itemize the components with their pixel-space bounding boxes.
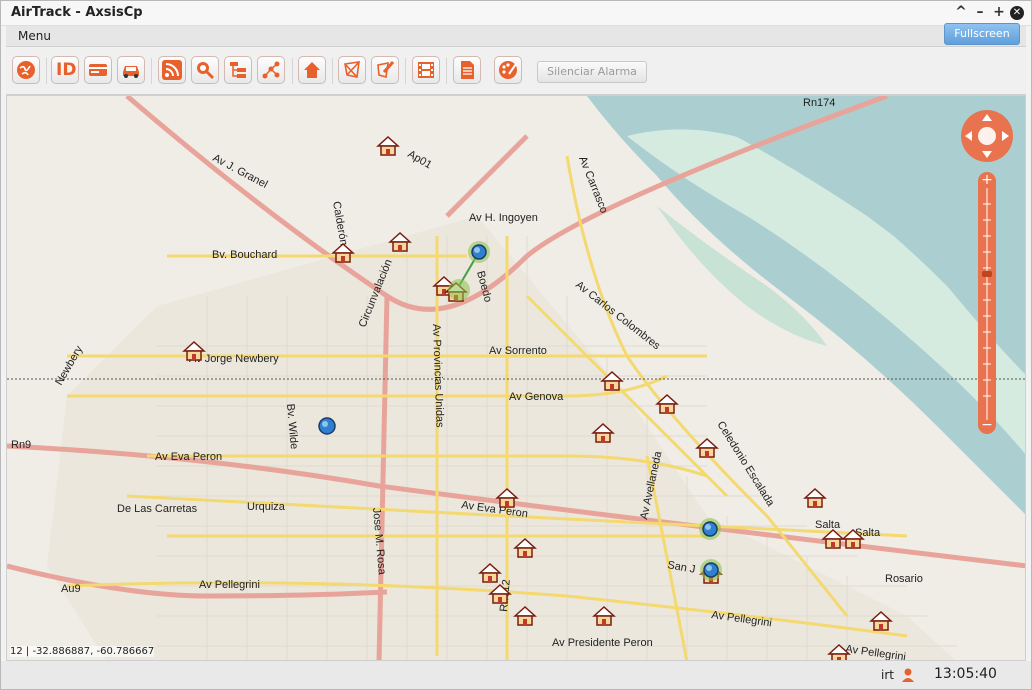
house-marker[interactable]: [696, 438, 718, 458]
house-marker[interactable]: [593, 606, 615, 626]
house-marker[interactable]: [828, 644, 850, 661]
house-marker[interactable]: [842, 529, 864, 549]
menu-bar: Menu Fullscreen: [6, 23, 1026, 47]
house-marker[interactable]: [489, 584, 511, 604]
house-marker[interactable]: [822, 529, 844, 549]
house-marker[interactable]: [804, 488, 826, 508]
tree-icon: [230, 62, 246, 78]
rss-icon: [162, 60, 182, 80]
film-icon: [418, 62, 434, 78]
id-button[interactable]: ID: [51, 56, 79, 84]
zoom-out-icon[interactable]: −: [981, 417, 993, 433]
car-button[interactable]: [117, 56, 145, 84]
polygon-edit-button[interactable]: [371, 56, 399, 84]
vehicle-marker[interactable]: [448, 279, 470, 301]
pan-control[interactable]: [961, 110, 1013, 162]
card-button[interactable]: [84, 56, 112, 84]
home-icon: [304, 62, 320, 78]
zoom-in-icon[interactable]: +: [981, 172, 993, 188]
app-window: AirTrack - AxsisCp ^ – + ✕ Menu Fullscre…: [0, 0, 1032, 690]
id-icon: ID: [56, 60, 77, 80]
document-icon: [461, 61, 474, 79]
map-markers: [183, 136, 892, 661]
network-icon: [262, 61, 280, 79]
maximize-button[interactable]: +: [991, 4, 1007, 20]
search-icon: [197, 62, 215, 80]
house-marker[interactable]: [332, 243, 354, 263]
house-marker[interactable]: [656, 394, 678, 414]
user-icon: [902, 668, 914, 682]
clock: 13:05:40: [934, 666, 997, 682]
vehicle-marker[interactable]: [698, 517, 722, 541]
palette-icon: [499, 61, 517, 79]
house-marker[interactable]: [496, 488, 518, 508]
document-button[interactable]: [453, 56, 481, 84]
user-name: irt: [881, 668, 894, 682]
status-bar: irt 13:05:40: [1, 661, 1031, 689]
search-button[interactable]: [191, 56, 219, 84]
map-zoom-control: + −: [961, 110, 1013, 434]
polygon-edit-icon: [377, 60, 395, 79]
vehicle-marker[interactable]: [699, 558, 723, 582]
coordinates-readout: 12 | -32.886887, -60.786667: [10, 646, 155, 657]
house-marker[interactable]: [377, 136, 399, 156]
house-marker[interactable]: [514, 606, 536, 626]
polygon-icon: [344, 61, 360, 78]
network-button[interactable]: [257, 56, 285, 84]
film-button[interactable]: [412, 56, 440, 84]
house-marker[interactable]: [601, 371, 623, 391]
collapse-button[interactable]: ^: [953, 4, 969, 20]
zoom-slider[interactable]: + −: [978, 172, 996, 434]
globe-icon: [17, 61, 35, 79]
vehicle-marker[interactable]: [467, 240, 491, 264]
vehicle-marker[interactable]: [318, 417, 336, 435]
house-marker[interactable]: [870, 611, 892, 631]
tree-button[interactable]: [224, 56, 252, 84]
house-marker[interactable]: [183, 341, 205, 361]
minimize-button[interactable]: –: [972, 4, 988, 20]
fullscreen-button[interactable]: Fullscreen: [944, 23, 1020, 45]
car-icon: [123, 66, 139, 78]
close-button[interactable]: ✕: [1010, 6, 1024, 20]
house-marker[interactable]: [389, 232, 411, 252]
palette-button[interactable]: [494, 56, 522, 84]
toolbar: ID Silenciar Alarma: [6, 48, 1026, 95]
window-title: AirTrack - AxsisCp: [11, 5, 143, 20]
map-canvas[interactable]: Rn174 Ap01 Av J. Granel Calderón Av H. I…: [6, 95, 1026, 661]
house-marker[interactable]: [592, 423, 614, 443]
silenciar-alarma-button[interactable]: Silenciar Alarma: [537, 61, 647, 83]
menu-item-menu[interactable]: Menu: [18, 29, 51, 43]
home-button[interactable]: [298, 56, 326, 84]
polygon-button[interactable]: [338, 56, 366, 84]
house-marker[interactable]: [514, 538, 536, 558]
house-marker[interactable]: [479, 563, 501, 583]
card-icon: [89, 64, 107, 76]
rss-button[interactable]: [158, 56, 186, 84]
title-bar: AirTrack - AxsisCp ^ – + ✕: [1, 1, 1031, 26]
globe-button[interactable]: [12, 56, 40, 84]
